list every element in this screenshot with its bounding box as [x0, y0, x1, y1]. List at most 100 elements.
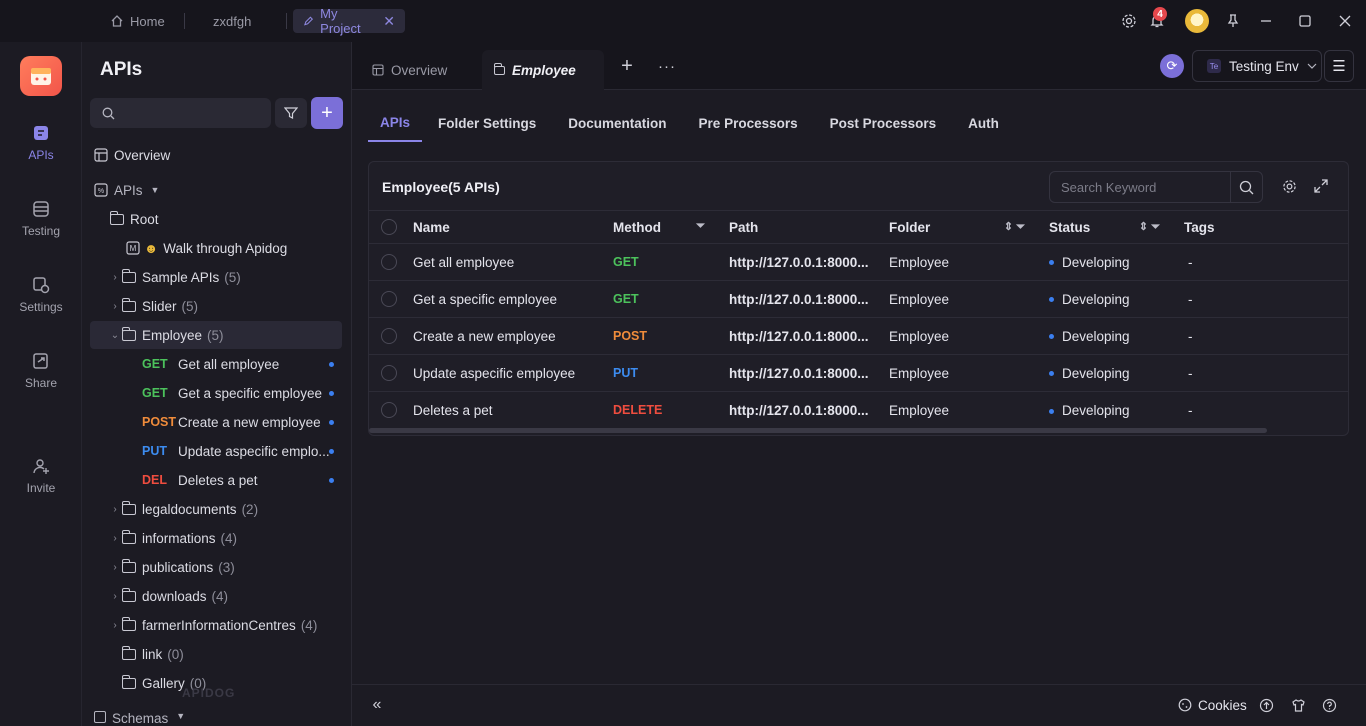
- notification-badge: 4: [1153, 7, 1167, 21]
- rail-item-invite[interactable]: Invite: [0, 457, 82, 495]
- subtab-post-processors[interactable]: Post Processors: [814, 104, 953, 142]
- subtab-auth[interactable]: Auth: [952, 104, 1015, 142]
- tree-folder-employee[interactable]: ⌄ Employee (5): [90, 321, 342, 349]
- search-button[interactable]: [1230, 172, 1262, 202]
- tree-endpoint[interactable]: DEL Deletes a pet: [142, 466, 342, 494]
- tab-overview[interactable]: Overview: [360, 50, 459, 90]
- tree-folder[interactable]: › farmerInformationCentres (4): [108, 611, 360, 639]
- table-row[interactable]: Update aspecific employee PUT http://127…: [369, 354, 1348, 392]
- maximize-icon[interactable]: [1295, 0, 1315, 42]
- tree-endpoint[interactable]: GET Get all employee: [142, 350, 342, 378]
- tree-folder[interactable]: › publications (3): [108, 553, 360, 581]
- window-tab-home[interactable]: Home: [100, 9, 175, 33]
- close-window-icon[interactable]: [1335, 0, 1355, 42]
- row-checkbox[interactable]: [369, 243, 413, 281]
- avatar[interactable]: [1185, 0, 1209, 42]
- rail-item-testing[interactable]: Testing: [0, 200, 82, 238]
- sync-icon[interactable]: ⟳: [1160, 54, 1184, 78]
- table-row[interactable]: Get all employee GET http://127.0.0.1:80…: [369, 243, 1348, 281]
- chevron-right-icon: ›: [113, 532, 117, 544]
- column-header-name[interactable]: Name: [413, 210, 613, 244]
- subtab-documentation[interactable]: Documentation: [552, 104, 682, 142]
- row-checkbox[interactable]: [369, 280, 413, 318]
- table-row[interactable]: Get a specific employee GET http://127.0…: [369, 280, 1348, 318]
- close-tab-icon[interactable]: ✕: [383, 13, 395, 30]
- tree-folder[interactable]: › legaldocuments (2): [108, 495, 360, 523]
- filter-button[interactable]: [275, 98, 307, 128]
- cell-name[interactable]: Deletes a pet: [413, 391, 613, 429]
- cell-tags: -: [1172, 354, 1348, 392]
- new-tab-plus-icon[interactable]: +: [617, 54, 637, 78]
- tree-folder-root[interactable]: Root: [109, 205, 362, 233]
- tree-folder[interactable]: link (0): [121, 640, 374, 668]
- tab-employee[interactable]: Employee: [482, 50, 604, 90]
- cookies-button[interactable]: Cookies: [1178, 696, 1247, 714]
- select-all-checkbox[interactable]: [369, 210, 413, 244]
- rail-item-share[interactable]: Share: [0, 352, 82, 390]
- subtab-apis[interactable]: APIs: [368, 104, 423, 142]
- tree-folder[interactable]: › Slider (5): [108, 292, 360, 320]
- hamburger-menu-icon[interactable]: ☰: [1324, 50, 1354, 82]
- cell-name[interactable]: Get all employee: [413, 243, 613, 281]
- settings-gear-icon[interactable]: [1118, 0, 1140, 42]
- env-label: Testing Env: [1229, 58, 1299, 74]
- sort-filter-icon[interactable]: ⇕ ⏷: [1004, 220, 1025, 234]
- column-header-folder[interactable]: Folder ⇕ ⏷: [877, 210, 1037, 244]
- sidebar-search-input[interactable]: [90, 98, 271, 128]
- row-checkbox[interactable]: [369, 354, 413, 392]
- rail-item-apis[interactable]: APIs: [0, 124, 82, 162]
- environment-select[interactable]: Te Testing Env: [1192, 50, 1322, 82]
- expand-icon[interactable]: [1312, 177, 1330, 195]
- app-logo[interactable]: [20, 56, 62, 96]
- row-checkbox[interactable]: [369, 391, 413, 429]
- column-header-tags[interactable]: Tags: [1172, 210, 1348, 244]
- endpoint-label: Get all employee: [178, 356, 280, 372]
- tree-endpoint[interactable]: PUT Update aspecific emplo...: [142, 437, 342, 465]
- cell-tags: -: [1172, 280, 1348, 318]
- endpoint-label: Deletes a pet: [178, 472, 258, 488]
- tab-label: Employee: [512, 62, 576, 78]
- column-header-status[interactable]: Status ⇕ ⏷: [1037, 210, 1172, 244]
- cell-name[interactable]: Get a specific employee: [413, 280, 613, 318]
- help-icon[interactable]: [1320, 696, 1338, 714]
- filter-icon[interactable]: ⏷: [696, 220, 705, 233]
- table-row[interactable]: Create a new employee POST http://127.0.…: [369, 317, 1348, 355]
- env-badge: Te: [1207, 59, 1221, 73]
- minimize-icon[interactable]: [1256, 0, 1276, 42]
- subtab-folder-settings[interactable]: Folder Settings: [422, 104, 552, 142]
- home-icon: [111, 15, 123, 27]
- sidebar-item-schemas[interactable]: Schemas ▼: [94, 706, 346, 726]
- tree-doc-walkthrough[interactable]: M ☻ Walk through Apidog: [126, 234, 378, 262]
- subtab-pre-processors[interactable]: Pre Processors: [683, 104, 814, 142]
- cell-name[interactable]: Create a new employee: [413, 317, 613, 355]
- tree-endpoint[interactable]: GET Get a specific employee: [142, 379, 342, 407]
- collapse-sidebar-icon[interactable]: «: [368, 696, 386, 714]
- tree-folder[interactable]: › Sample APIs (5): [108, 263, 360, 291]
- tree-folder[interactable]: › informations (4): [108, 524, 360, 552]
- rail-item-settings[interactable]: Settings: [0, 276, 82, 314]
- pin-icon[interactable]: [1222, 0, 1244, 42]
- cell-status: Developing: [1037, 317, 1172, 355]
- table-row[interactable]: Deletes a pet DELETE http://127.0.0.1:80…: [369, 391, 1348, 429]
- window-tab-my-project[interactable]: My Project ✕: [293, 6, 405, 36]
- upload-icon[interactable]: [1257, 696, 1275, 714]
- cell-name[interactable]: Update aspecific employee: [413, 354, 613, 392]
- horizontal-scrollbar[interactable]: [369, 428, 1267, 433]
- share-icon: [33, 353, 48, 369]
- window-tab-zxdfgh[interactable]: zxdfgh: [203, 9, 261, 33]
- keyword-search-input[interactable]: [1050, 172, 1232, 202]
- column-header-path[interactable]: Path: [717, 210, 877, 244]
- tree-endpoint[interactable]: POST Create a new employee: [142, 408, 342, 436]
- row-checkbox[interactable]: [369, 317, 413, 355]
- column-header-method[interactable]: Method ⏷: [613, 210, 717, 244]
- table-settings-icon[interactable]: [1280, 177, 1298, 195]
- tree-folder[interactable]: Gallery (0): [121, 669, 374, 697]
- add-button[interactable]: +: [311, 97, 343, 129]
- sort-filter-icon[interactable]: ⇕ ⏷: [1139, 220, 1160, 234]
- sidebar-item-overview[interactable]: Overview: [94, 141, 346, 169]
- folder-icon: [121, 500, 136, 515]
- shirt-icon[interactable]: [1289, 696, 1307, 714]
- sidebar-item-apis[interactable]: % APIs ▼: [94, 176, 346, 204]
- tree-folder[interactable]: › downloads (4): [108, 582, 360, 610]
- more-tabs-icon[interactable]: ···: [656, 54, 678, 78]
